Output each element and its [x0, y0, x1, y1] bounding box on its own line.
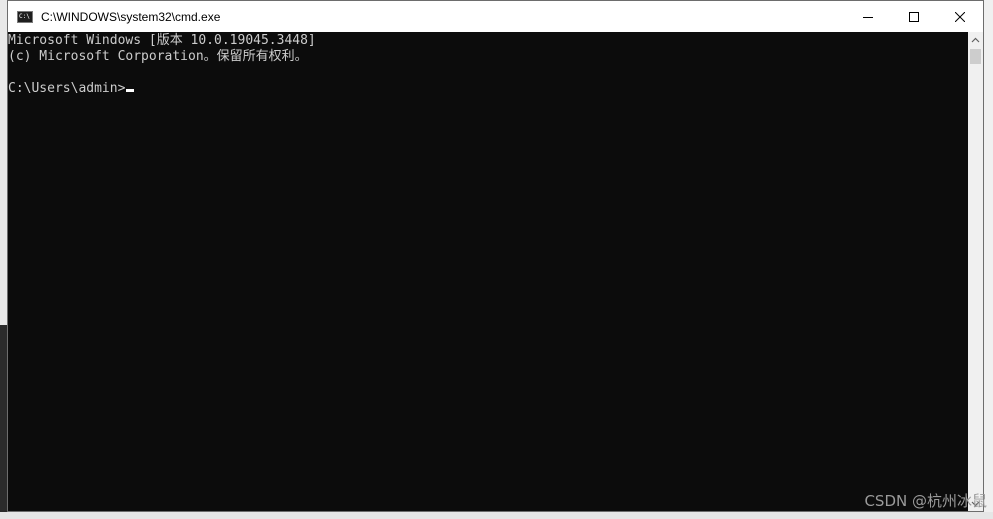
- scroll-up-button[interactable]: [968, 32, 983, 47]
- background-right-edge: [984, 0, 993, 519]
- watermark-text: CSDN @杭州冰鼠: [864, 492, 987, 510]
- console-line-copyright: (c) Microsoft Corporation。保留所有权利。: [8, 49, 308, 64]
- scrollbar-thumb[interactable]: [970, 49, 981, 64]
- minimize-button[interactable]: [845, 1, 891, 32]
- maximize-button[interactable]: [891, 1, 937, 32]
- cmd-window: C:\ C:\WINDOWS\system32\cmd.exe Microsof…: [7, 0, 984, 512]
- maximize-icon: [909, 11, 919, 22]
- cmd-app-icon[interactable]: C:\: [17, 10, 33, 23]
- window-title: C:\WINDOWS\system32\cmd.exe: [41, 9, 221, 24]
- vertical-scrollbar[interactable]: [968, 32, 983, 511]
- cmd-app-icon-text: C:\: [19, 12, 30, 20]
- close-button[interactable]: [937, 1, 983, 32]
- console-prompt-line[interactable]: C:\Users\admin>: [8, 81, 135, 97]
- background-bottom-strip: [0, 512, 993, 519]
- close-icon: [955, 11, 965, 22]
- caption-buttons: [845, 1, 983, 32]
- console-line-version: Microsoft Windows [版本 10.0.19045.3448]: [8, 33, 316, 48]
- scroll-up-icon: [971, 37, 980, 42]
- minimize-icon: [863, 16, 873, 18]
- console-prompt: C:\Users\admin>: [8, 81, 126, 96]
- title-bar[interactable]: C:\ C:\WINDOWS\system32\cmd.exe: [8, 1, 983, 32]
- console-output-area[interactable]: Microsoft Windows [版本 10.0.19045.3448] (…: [8, 32, 968, 511]
- text-cursor: [126, 89, 135, 92]
